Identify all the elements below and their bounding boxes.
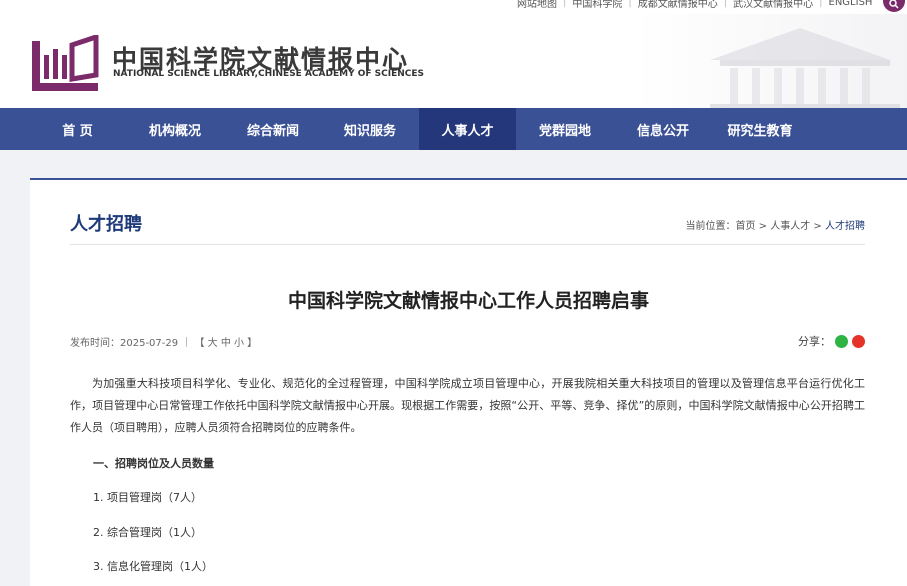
- top-utility-bar: 网站地图 | 中国科学院 | 成都文献情报中心 | 武汉文献情报中心 | ENG…: [0, 0, 907, 14]
- nav-item-graduate[interactable]: 研究生教育: [705, 108, 815, 150]
- content-panel: 人才招聘 当前位置：首页 > 人事人才 > 人才招聘 中国科学院文献情报中心工作…: [30, 178, 907, 586]
- share-label: 分享：: [798, 335, 831, 348]
- nav-item-about[interactable]: 机构概况: [120, 108, 230, 150]
- breadcrumb-separator: >: [755, 221, 771, 232]
- nav-item-disclosure[interactable]: 信息公开: [608, 108, 718, 150]
- top-link-chengdu[interactable]: 成都文献情报中心: [632, 0, 724, 10]
- site-header: 中国科学院文献情报中心 NATIONAL SCIENCE LIBRARY,CHI…: [0, 14, 907, 108]
- article-intro: 为加强重大科技项目科学化、专业化、规范化的全过程管理，中国科学院成立项目管理中心…: [70, 377, 865, 434]
- top-link-wuhan[interactable]: 武汉文献情报中心: [727, 0, 819, 10]
- nav-item-services[interactable]: 知识服务: [315, 108, 425, 150]
- search-button[interactable]: [883, 0, 905, 12]
- top-link-sitemap[interactable]: 网站地图: [511, 0, 563, 10]
- article-title: 中国科学院文献情报中心工作人员招聘启事: [287, 290, 649, 312]
- breadcrumb-home[interactable]: 首页: [736, 221, 756, 232]
- nav-item-party[interactable]: 党群园地: [510, 108, 620, 150]
- building-illustration-icon: [710, 28, 900, 108]
- share-bar: 分享：: [798, 333, 865, 349]
- weibo-share-icon[interactable]: [852, 334, 865, 348]
- nav-item-news[interactable]: 综合新闻: [218, 108, 328, 150]
- search-icon: [889, 0, 899, 9]
- main-nav: 首 页 机构概况 综合新闻 知识服务 人事人才 党群园地 信息公开 研究生教育: [0, 108, 907, 150]
- section-title: 人才招聘: [70, 214, 142, 235]
- wechat-share-icon[interactable]: [835, 334, 848, 348]
- top-link-cas[interactable]: 中国科学院: [566, 0, 628, 10]
- breadcrumb-prefix: 当前位置：: [685, 221, 736, 232]
- section-divider: [70, 244, 865, 245]
- nav-item-hr[interactable]: 人事人才: [419, 108, 516, 150]
- article-meta: 发布时间：2025-07-29 ｜ 【 大 中 小 】: [70, 338, 258, 349]
- breadcrumb: 当前位置：首页 > 人事人才 > 人才招聘: [686, 217, 866, 232]
- breadcrumb-separator: >: [810, 221, 825, 232]
- breadcrumb-current[interactable]: 人才招聘: [825, 221, 865, 232]
- list-item: 3. 信息化管理岗（1人）: [93, 560, 213, 573]
- top-link-english[interactable]: ENGLISH: [823, 0, 879, 8]
- logo-english-name: NATIONAL SCIENCE LIBRARY,CHINESE ACADEMY…: [113, 69, 425, 79]
- breadcrumb-hr[interactable]: 人事人才: [770, 221, 810, 232]
- list-item: 1. 项目管理岗（7人）: [93, 491, 202, 504]
- article-heading: 一、招聘岗位及人员数量: [93, 457, 214, 470]
- library-logo-icon[interactable]: [30, 35, 100, 93]
- top-links: 网站地图 | 中国科学院 | 成都文献情报中心 | 武汉文献情报中心 | ENG…: [511, 0, 878, 10]
- list-item: 2. 综合管理岗（1人）: [93, 526, 202, 539]
